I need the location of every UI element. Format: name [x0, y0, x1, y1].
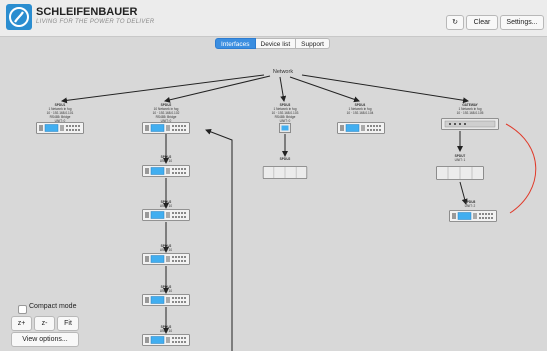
- device-node[interactable]: SPDU2 UNIT: 10: [141, 155, 191, 177]
- device-node[interactable]: SPDU2 10 Network in fog 10 · 192.168.0.1…: [141, 103, 191, 134]
- pdu-device-icon: [141, 334, 191, 346]
- device-node[interactable]: SPDU2 UNIT: 10: [141, 285, 191, 306]
- app-header: SCHLEIFENBAUER LIVING FOR THE POWER TO D…: [0, 0, 547, 37]
- clear-button[interactable]: Clear: [466, 15, 498, 30]
- device-icon: [279, 123, 291, 133]
- pdu-device-icon: [448, 210, 498, 222]
- settings-button[interactable]: Settings...: [500, 15, 544, 30]
- logo-icon: [6, 4, 32, 30]
- device-node[interactable]: SPDU2 UNIT: 10: [141, 244, 191, 265]
- pdu-device-icon: [141, 253, 191, 265]
- fit-button[interactable]: Fit: [57, 316, 79, 331]
- refresh-icon: ↻: [452, 19, 458, 26]
- compact-mode-label: Compact mode: [29, 303, 77, 310]
- svg-text:UNIT: 10: UNIT: 10: [160, 248, 173, 252]
- pdu-device-icon: [141, 122, 191, 134]
- svg-text:UNIT: 0: UNIT: 0: [280, 119, 291, 123]
- pdu-device-icon: [141, 209, 191, 221]
- device-node[interactable]: SPDU2 UNIT: 10: [141, 325, 191, 346]
- svg-text:SPDU2: SPDU2: [280, 157, 291, 161]
- pdu-device-icon: [141, 165, 191, 177]
- compact-mode-checkbox[interactable]: [18, 305, 27, 314]
- daisy-chain-links: [163, 128, 233, 351]
- refresh-button[interactable]: ↻: [446, 15, 464, 30]
- svg-text:UNIT: 10: UNIT: 10: [160, 329, 173, 333]
- zoom-out-button[interactable]: z-: [34, 316, 55, 331]
- redundant-link: [505, 123, 537, 214]
- pdu-device-icon: [141, 294, 191, 306]
- network-root-label: Network: [273, 69, 293, 75]
- svg-text:10 · 192.168.0.104: 10 · 192.168.0.104: [347, 111, 374, 115]
- device-node[interactable]: SPDU2 UNIT: 10: [141, 200, 191, 221]
- gateway-device-icon: [440, 118, 500, 130]
- pdu-device-icon: [35, 122, 85, 134]
- device-node[interactable]: SPDU7 UNIT: 1: [436, 154, 484, 180]
- device-icon: [262, 166, 308, 179]
- device-node[interactable]: SPDU8 UNIT: 2: [448, 200, 498, 222]
- svg-text:UNIT: 1: UNIT: 1: [455, 158, 466, 162]
- root-links: [61, 74, 469, 104]
- svg-text:UNIT: 10: UNIT: 10: [160, 204, 173, 208]
- svg-text:UNIT: 10: UNIT: 10: [160, 289, 173, 293]
- gateway-node[interactable]: GATEWAY 1 Network in fog 10 · 192.168.0.…: [440, 103, 500, 130]
- tab-device-list[interactable]: Device list: [255, 38, 297, 49]
- tab-interfaces[interactable]: Interfaces: [215, 38, 256, 49]
- brand-name: SCHLEIFENBAUER: [36, 6, 138, 18]
- view-options-button[interactable]: View options...: [11, 332, 79, 347]
- pdu-device-icon: [336, 122, 386, 134]
- device-node[interactable]: SPDU1 1 Network in fog 10 · 192.168.0.10…: [35, 103, 85, 134]
- device-node[interactable]: SPDU4 1 Network in fog 10 · 192.168.0.10…: [336, 103, 386, 134]
- network-diagram: Network SPDU1 1 Network in fog 10 · 192.…: [35, 69, 537, 351]
- svg-text:UNIT: 10: UNIT: 10: [160, 159, 173, 163]
- brand-tagline: LIVING FOR THE POWER TO DELIVER: [36, 19, 155, 25]
- device-icon: [436, 166, 484, 180]
- zoom-in-button[interactable]: z+: [11, 316, 32, 331]
- svg-text:10 · 192.168.0.105: 10 · 192.168.0.105: [457, 111, 484, 115]
- device-node[interactable]: SPDU3 1 Network in fog 10 · 192.168.0.10…: [272, 103, 299, 133]
- svg-text:UNIT: 2: UNIT: 2: [465, 204, 476, 208]
- tab-support[interactable]: Support: [296, 38, 330, 49]
- device-node[interactable]: SPDU2: [262, 157, 308, 179]
- view-tabs: Interfaces Device list Support: [215, 38, 330, 49]
